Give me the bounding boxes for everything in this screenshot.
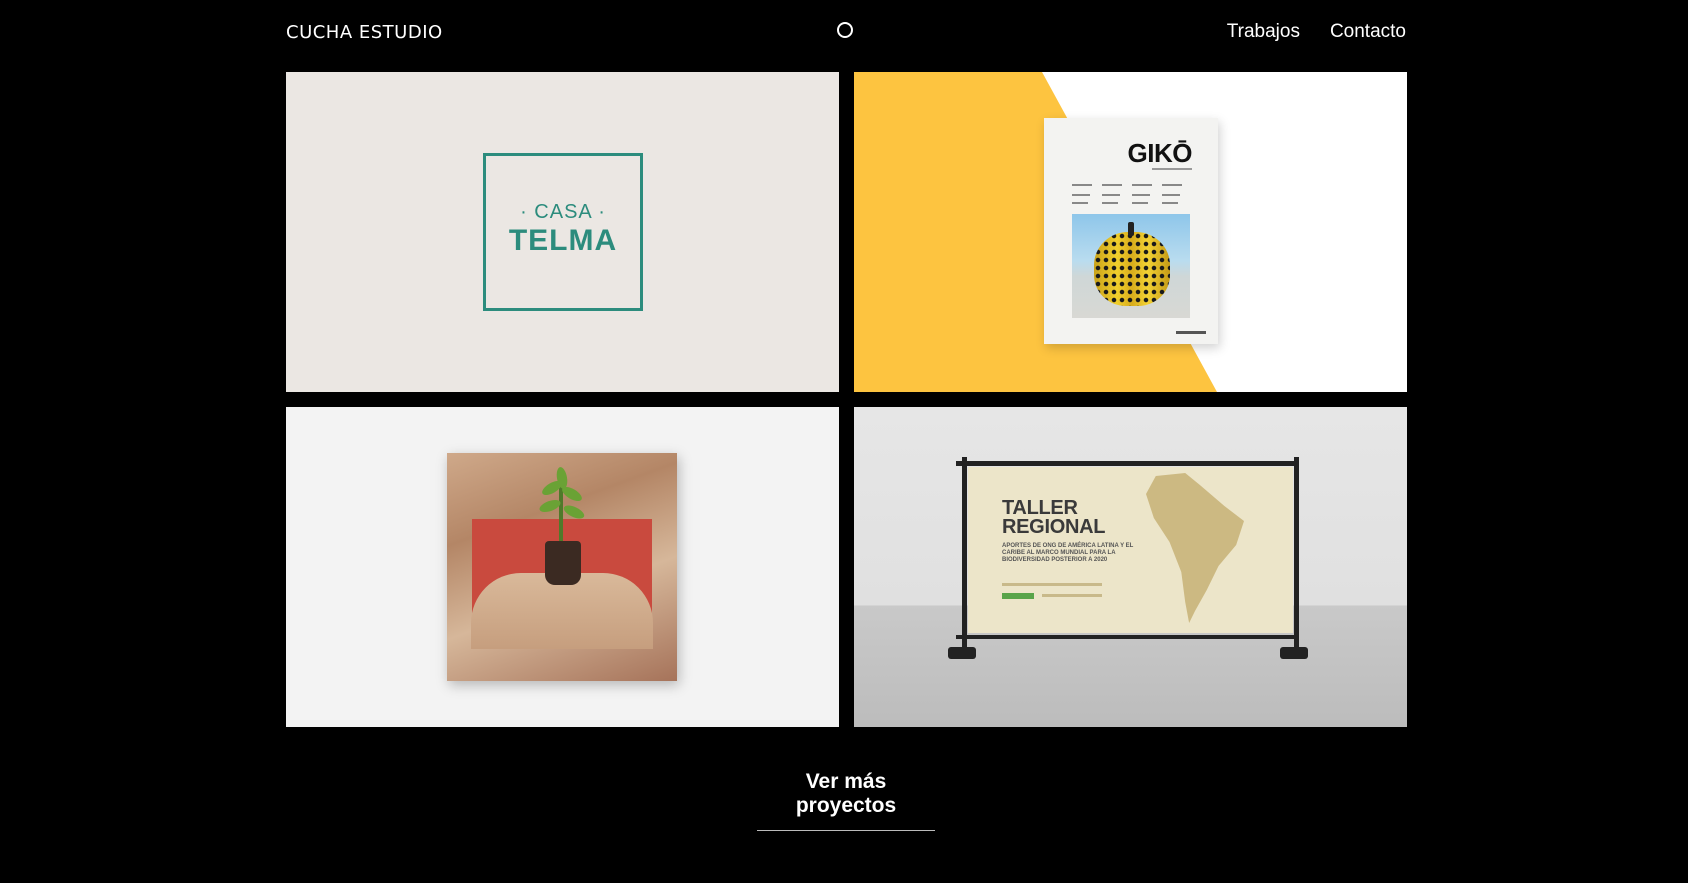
banner-stand-foot-left [948,647,976,659]
project-card-giko[interactable]: GIKŌ [854,72,1407,392]
banner-stand-pole-right [1294,457,1299,653]
magazine-subtitle-line [1152,168,1192,170]
more-projects-link[interactable]: Ver más proyectos [757,770,935,831]
banner-title: TALLER REGIONAL [1002,497,1106,538]
collage-artwork [447,453,677,681]
banner-stand-top-bar [956,461,1296,466]
banner-stand-pole-left [962,457,967,653]
project-grid: · CASA · TELMA GIKŌ TALLER REGIONAL APOR… [286,72,1407,727]
site-header: CUCHA ESTUDIO Trabajos Contacto [286,0,1406,64]
magazine-footer-line [1176,331,1206,334]
magazine-cover: GIKŌ [1044,118,1218,344]
collage-plant-pot [545,541,581,585]
nav-link-contacto[interactable]: Contacto [1330,21,1406,43]
banner-stand-foot-right [1280,647,1308,659]
site-logo[interactable]: CUCHA ESTUDIO [286,22,443,43]
pumpkin-sculpture [1094,232,1170,306]
banner-logos-text-line [1042,594,1102,597]
main-nav: Trabajos Contacto [1227,21,1406,43]
banner-meta-line [1002,583,1102,586]
banner-text: APORTES DE ONG DE AMÉRICA LATINA Y EL CA… [1002,543,1134,563]
circle-icon[interactable] [837,22,853,38]
casa-telma-logo-main: TELMA [508,223,618,257]
casa-telma-logo-top: · CASA · [520,200,606,223]
project-card-taller-regional[interactable]: TALLER REGIONAL APORTES DE ONG DE AMÉRIC… [854,407,1407,727]
project-card-casa-telma[interactable]: · CASA · TELMA [286,72,839,392]
nav-link-trabajos[interactable]: Trabajos [1227,21,1300,43]
taller-regional-banner: TALLER REGIONAL APORTES DE ONG DE AMÉRIC… [968,467,1293,633]
banner-stand-bottom-bar [956,635,1296,639]
casa-telma-logo: · CASA · TELMA [483,153,643,311]
magazine-text-lines [1072,184,1190,212]
project-card-collage[interactable] [286,407,839,727]
pumpkin-photo [1072,214,1190,318]
pumpkin-stem [1128,222,1134,236]
south-america-map [1146,473,1244,623]
magazine-title: GIKŌ [1127,138,1193,168]
banner-logos [1002,593,1034,599]
